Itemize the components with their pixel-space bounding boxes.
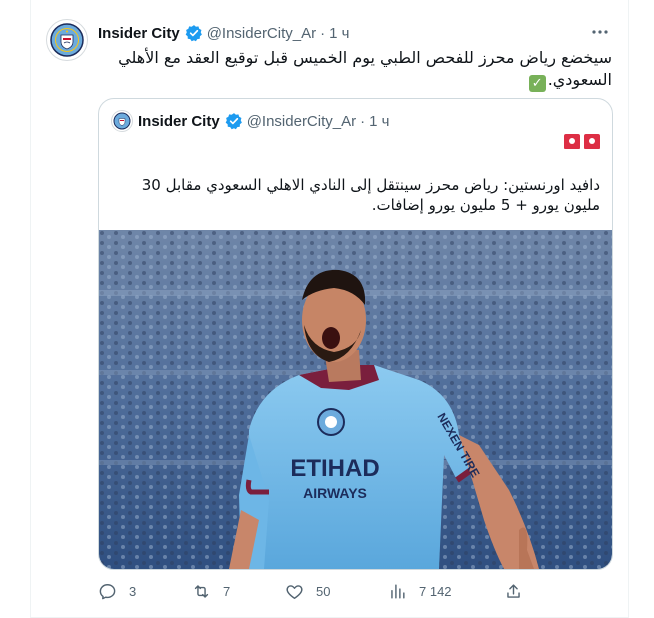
author-handle[interactable]: @InsiderCity_Ar	[207, 25, 316, 42]
quoted-tweet-time: 1 ч	[369, 112, 390, 130]
tweet-text: سيخضع رياض محرز للفحص الطبي يوم الخميس ق…	[98, 47, 612, 92]
jersey-sponsor-text: ETIHAD	[290, 455, 379, 482]
reply-icon	[99, 584, 116, 600]
quoted-author-avatar	[111, 110, 133, 132]
quoted-author-name: Insider City	[138, 112, 220, 130]
police-siren-emojis	[564, 134, 600, 149]
separator-dot: ·	[320, 24, 326, 42]
tweet-actions: 3 7 50 7 142	[98, 582, 612, 606]
views-bar-chart-icon	[391, 584, 405, 599]
views-button[interactable]: 7 142	[388, 582, 452, 601]
more-options-button[interactable]	[588, 22, 612, 42]
man-city-crest-icon	[113, 112, 131, 130]
verified-badge-icon	[225, 113, 242, 130]
reply-button[interactable]: 3	[98, 582, 136, 601]
white-heavy-check-mark-icon: ✓	[528, 75, 546, 92]
separator-dot: ·	[360, 112, 366, 130]
tweet-time[interactable]: 1 ч	[329, 25, 349, 42]
tweet-header: Insider City @InsiderCity_Ar · 1 ч	[98, 24, 349, 42]
reply-count: 3	[129, 584, 137, 599]
quoted-author-handle: @InsiderCity_Ar	[246, 112, 357, 130]
verified-badge-icon	[185, 25, 202, 42]
police-siren-icon	[584, 134, 600, 149]
retweet-count: 7	[223, 584, 231, 599]
quoted-tweet-text: دافيد اورنستين: رياض محرز سينتقل إلى الن…	[141, 176, 600, 214]
like-button[interactable]: 50	[285, 582, 330, 601]
author-avatar[interactable]	[46, 19, 88, 61]
police-siren-icon	[564, 134, 580, 149]
retweet-icon	[194, 585, 209, 598]
quoted-tweet-photo[interactable]: ETIHAD AIRWAYS NEXEN TIRE	[99, 230, 612, 569]
views-count: 7 142	[419, 584, 452, 599]
share-button[interactable]	[504, 582, 535, 601]
quoted-tweet-header: Insider City @InsiderCity_Ar · 1 ч	[111, 110, 389, 132]
share-upload-icon	[507, 584, 520, 598]
like-count: 50	[316, 584, 331, 599]
man-city-crest-icon	[50, 23, 84, 57]
more-dots-icon	[592, 30, 608, 34]
heart-icon	[286, 585, 303, 599]
jersey-sponsor-subtext: AIRWAYS	[303, 485, 367, 501]
quoted-tweet[interactable]: Insider City @InsiderCity_Ar · 1 ч دافيد…	[98, 98, 613, 570]
retweet-button[interactable]: 7	[192, 582, 230, 601]
football-player-celebrating-photo: ETIHAD AIRWAYS NEXEN TIRE	[99, 230, 612, 569]
author-name[interactable]: Insider City	[98, 25, 180, 42]
